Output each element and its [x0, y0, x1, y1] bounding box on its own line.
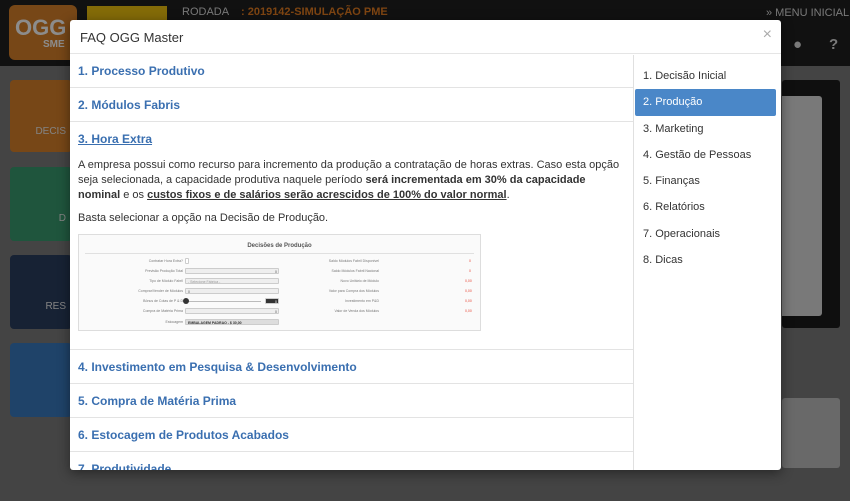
category-relatorios[interactable]: 6. Relatórios	[635, 194, 776, 220]
shot-value: 0,00	[465, 289, 472, 293]
shot-label: Estocagem	[165, 320, 183, 324]
text: e os	[120, 189, 148, 201]
shot-label: Saldo Módulos Fabril Disponível	[328, 259, 379, 263]
faq-section: 2. Módulos Fabris	[70, 88, 633, 122]
category-producao[interactable]: 2. Produção	[635, 89, 776, 116]
shot-label: Novo Unitário de Módulo	[340, 279, 379, 283]
shot-label: Valor de Venda dos Módulos	[334, 309, 380, 313]
hora-extra-paragraph-1: A empresa possui como recurso para incre…	[78, 158, 625, 203]
hora-extra-paragraph-2: Basta selecionar a opção na Decisão de P…	[78, 212, 329, 224]
shot-label: Valor para Compra dos Módulos	[328, 289, 379, 293]
shot-value: 0,00	[465, 299, 472, 303]
faq-section: 1. Processo Produtivo	[70, 55, 633, 88]
faq-section: 7. Produtividade	[70, 452, 633, 471]
section-title-modulos-fabris[interactable]: 2. Módulos Fabris	[70, 98, 188, 112]
section-title-produtividade[interactable]: 7. Produtividade	[70, 462, 179, 471]
faq-modal: FAQ OGG Master × 1. Processo Produtivo 2…	[70, 20, 781, 470]
shot-label: Saldo Módulos Fabril Nacional	[331, 269, 379, 273]
shot-label: Investimento em P&D	[345, 299, 379, 303]
close-icon[interactable]: ×	[763, 27, 772, 43]
faq-section: 6. Estocagem de Produtos Acabados	[70, 418, 633, 452]
shot-value: 0,00	[465, 309, 472, 313]
faq-section: 5. Compra de Matéria Prima	[70, 384, 633, 418]
section-title-investimento-pd[interactable]: 4. Investimento em Pesquisa & Desenvolvi…	[70, 360, 365, 374]
screenshot-divider	[85, 253, 474, 254]
modal-title: FAQ OGG Master	[80, 30, 184, 45]
faq-content: 1. Processo Produtivo 2. Módulos Fabris …	[70, 55, 633, 470]
section-body-hora-extra: A empresa possui como recurso para incre…	[70, 158, 633, 226]
faq-section-open: 3. Hora Extra A empresa possui como recu…	[70, 122, 633, 350]
category-gestao-pessoas[interactable]: 4. Gestão de Pessoas	[635, 142, 776, 168]
category-operacionais[interactable]: 7. Operacionais	[635, 221, 776, 247]
shot-value: 0	[469, 259, 471, 263]
production-decision-screenshot: Decisões de Produção Contratar Hora Extr…	[78, 234, 481, 331]
bold-underline-text: custos fixos e de salários serão acresci…	[147, 189, 507, 201]
category-decisao-inicial[interactable]: 1. Decisão Inicial	[635, 63, 776, 89]
screenshot-title: Decisões de Produção	[247, 243, 312, 249]
section-title-processo-produtivo[interactable]: 1. Processo Produtivo	[70, 64, 213, 78]
shot-value: 0,00	[465, 279, 472, 283]
modal-header: FAQ OGG Master ×	[70, 20, 781, 54]
section-title-estocagem[interactable]: 6. Estocagem de Produtos Acabados	[70, 428, 297, 442]
shot-select: EMBALAGEM PADRAO - $ 30,00	[185, 319, 279, 325]
text: .	[506, 189, 510, 201]
faq-section: 4. Investimento em Pesquisa & Desenvolvi…	[70, 350, 633, 384]
category-marketing[interactable]: 3. Marketing	[635, 116, 776, 142]
category-dicas[interactable]: 8. Dicas	[635, 247, 776, 273]
section-title-compra-materia-prima[interactable]: 5. Compra de Matéria Prima	[70, 394, 244, 408]
shot-value: 0	[469, 269, 471, 273]
faq-category-sidebar: 1. Decisão Inicial 2. Produção 3. Market…	[633, 55, 781, 470]
category-financas[interactable]: 5. Finanças	[635, 168, 776, 194]
section-title-hora-extra[interactable]: 3. Hora Extra	[70, 132, 633, 146]
shot-value: EMBALAGEM PADRAO - $ 30,00	[188, 321, 242, 325]
